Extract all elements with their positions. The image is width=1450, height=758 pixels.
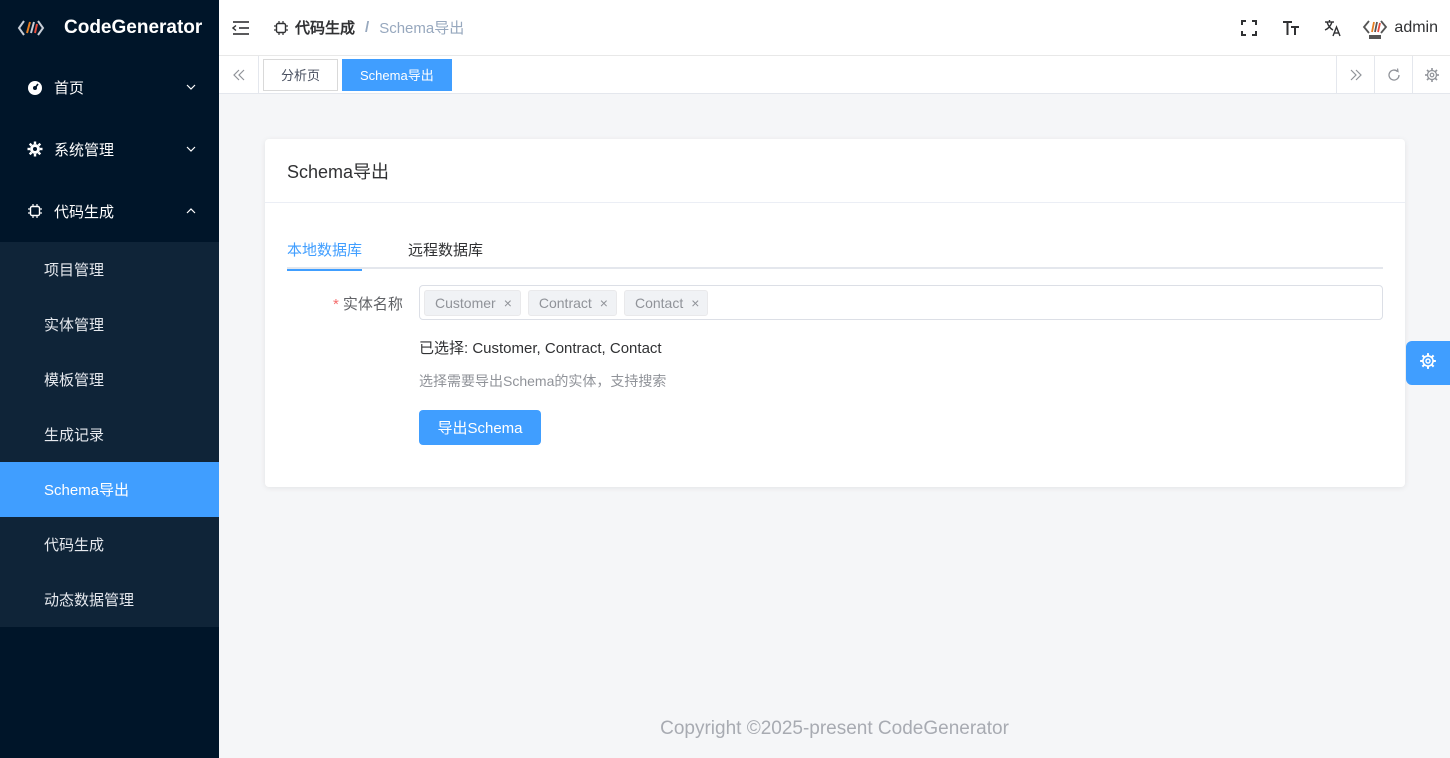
sidebar-item-records[interactable]: 生成记录	[0, 407, 219, 462]
chevron-down-icon	[185, 143, 197, 155]
entity-chip: Contract ×	[527, 289, 617, 316]
tags-bar: 分析页 Schema导出	[219, 55, 1450, 94]
card-title: Schema导出	[265, 139, 1405, 203]
dashboard-icon	[26, 78, 44, 96]
refresh-icon[interactable]	[1374, 55, 1412, 94]
gear-icon	[1419, 352, 1437, 375]
close-icon[interactable]: ×	[691, 295, 699, 311]
logo-icon	[16, 13, 46, 43]
header-actions: admin	[1228, 0, 1450, 56]
chevron-down-icon	[185, 81, 197, 93]
tag-analysis[interactable]: 分析页	[263, 58, 339, 91]
sidebar-item-templates[interactable]: 模板管理	[0, 352, 219, 407]
gear-icon	[26, 140, 44, 158]
sidebar-item-schema-export[interactable]: Schema导出	[0, 462, 219, 517]
floating-settings-button[interactable]	[1406, 341, 1450, 385]
sidebar-item-projects[interactable]: 项目管理	[0, 242, 219, 297]
submenu-codegen: 项目管理 实体管理 模板管理 生成记录 Schema导出 代码生成 动态数据管理	[0, 242, 219, 627]
tag-schema-export[interactable]: Schema导出	[342, 58, 452, 91]
footer-copyright: Copyright ©2025-present CodeGenerator	[660, 718, 1009, 739]
entity-name-label: * 实体名称	[333, 293, 403, 314]
entity-chip-label: Contract	[538, 294, 592, 311]
logo-row[interactable]: CodeGenerator	[0, 0, 219, 56]
sidebar-item-entities[interactable]: 实体管理	[0, 297, 219, 352]
translate-icon[interactable]	[1312, 0, 1354, 56]
tab-local-db[interactable]: 本地数据库	[287, 239, 363, 271]
breadcrumb: 代码生成 / Schema导出	[273, 17, 464, 38]
sidebar: CodeGenerator 首页 系统管理 代码生成 项目管理 实体管理 模板管…	[0, 0, 219, 758]
menu-group-label: 代码生成	[54, 203, 115, 221]
menu-group-codegen[interactable]: 代码生成	[0, 180, 219, 242]
entity-multiselect[interactable]: Customer × Contract × Contact ×	[419, 285, 1383, 320]
scroll-left-icon[interactable]	[219, 55, 259, 94]
database-tabs: 本地数据库 远程数据库	[287, 239, 1383, 271]
breadcrumb-separator: /	[365, 19, 370, 36]
chip-icon	[273, 20, 289, 36]
entity-chip-label: Customer	[435, 294, 496, 311]
menu-group-home[interactable]: 首页	[0, 56, 219, 118]
tags-bar-actions	[1336, 55, 1450, 94]
breadcrumb-parent[interactable]: 代码生成	[295, 17, 355, 38]
breadcrumb-current: Schema导出	[379, 20, 465, 37]
menu-group-label: 系统管理	[54, 141, 115, 159]
app-title: CodeGenerator	[64, 17, 203, 38]
entity-chip-label: Contact	[634, 294, 684, 311]
scroll-right-icon[interactable]	[1336, 55, 1374, 94]
entity-hint-text: 选择需要导出Schema的实体，支持搜索	[419, 373, 667, 389]
fullscreen-icon[interactable]	[1228, 0, 1270, 56]
chip-icon	[26, 202, 44, 220]
avatar[interactable]	[1362, 15, 1388, 41]
menu-fold-icon[interactable]	[219, 0, 263, 56]
selected-entities-text: 已选择: Customer, Contract, Contact	[419, 340, 662, 357]
sidebar-item-codegen[interactable]: 代码生成	[0, 517, 219, 572]
export-schema-button[interactable]: 导出Schema	[419, 410, 541, 445]
close-icon[interactable]: ×	[504, 295, 512, 311]
chevron-up-icon	[185, 205, 197, 217]
sidebar-item-dynamic-data[interactable]: 动态数据管理	[0, 572, 219, 627]
entity-chip: Contact ×	[623, 289, 709, 316]
menu-group-label: 首页	[54, 79, 85, 97]
username[interactable]: admin	[1394, 19, 1438, 37]
font-size-icon[interactable]	[1270, 0, 1312, 56]
top-header: 代码生成 / Schema导出 admin	[219, 0, 1450, 56]
required-mark: *	[333, 296, 339, 313]
menu-group-system[interactable]: 系统管理	[0, 118, 219, 180]
entity-chip: Customer ×	[424, 289, 521, 316]
entity-name-label-text: 实体名称	[342, 296, 403, 313]
schema-export-card: Schema导出 本地数据库 远程数据库 * 实体名称 Customer × Co…	[265, 139, 1405, 487]
close-icon[interactable]: ×	[600, 295, 608, 311]
settings-icon[interactable]	[1412, 55, 1450, 94]
tab-remote-db[interactable]: 远程数据库	[408, 239, 483, 269]
